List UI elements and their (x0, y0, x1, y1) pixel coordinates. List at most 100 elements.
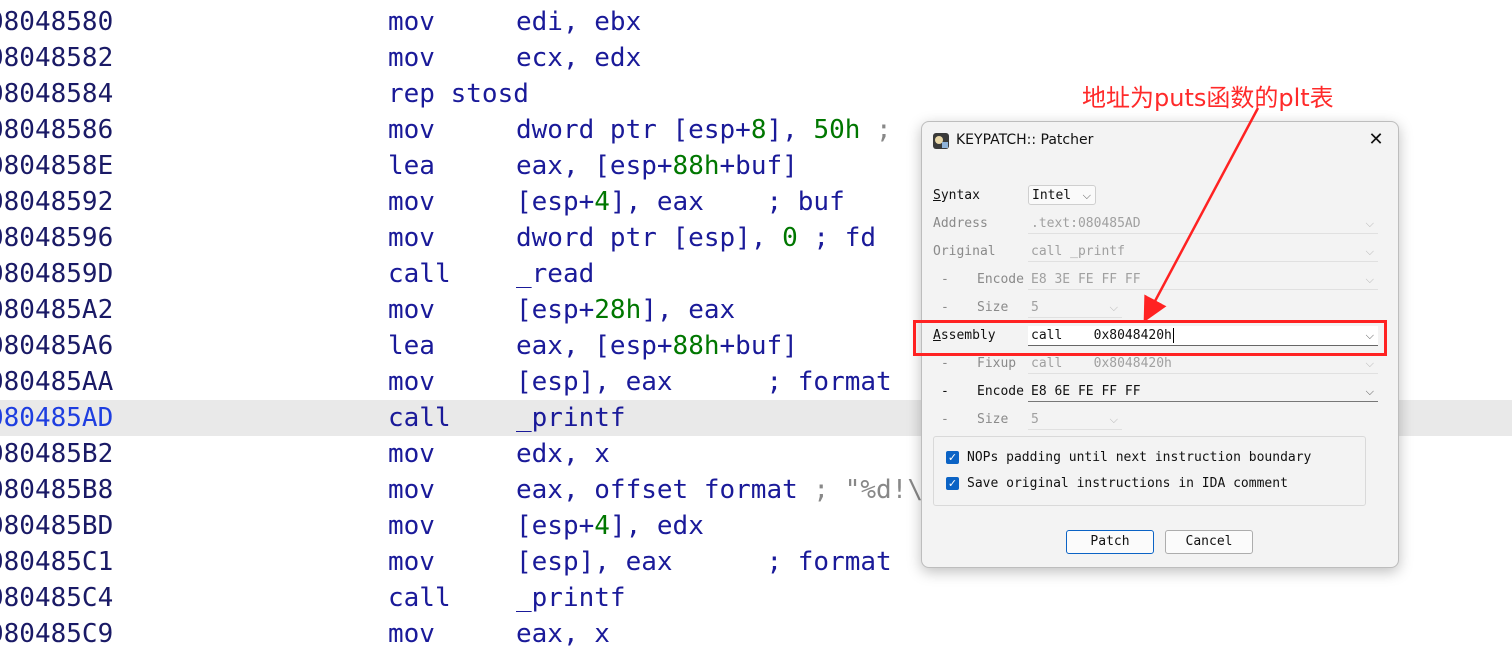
disasm-address[interactable]: 0804858E (0, 148, 113, 184)
disasm-address[interactable]: 08048592 (0, 184, 113, 220)
disasm-address[interactable]: 080485C1 (0, 544, 113, 580)
chevron-down-icon: ⌵ (1109, 413, 1118, 426)
disasm-address[interactable]: 08048580 (0, 4, 113, 40)
disasm-mnemonic: mov (388, 43, 435, 73)
operand-part: _printf (516, 583, 626, 613)
close-icon[interactable]: ✕ (1364, 128, 1388, 152)
annotation-label: 地址为puts函数的plt表 (1082, 84, 1334, 112)
disasm-line[interactable]: 080485C9 mov eax, x (0, 616, 1512, 652)
encode-field[interactable]: E8 6E FE FF FF ⌵ (1028, 382, 1378, 402)
disasm-address[interactable]: 0804859D (0, 256, 113, 292)
operand-part: 28h (594, 295, 642, 325)
disasm-operands[interactable]: eax, x (516, 616, 610, 652)
disasm-operands[interactable]: _read (516, 256, 594, 292)
assembly-highlight-box (913, 320, 1387, 356)
operand-part: eax, x (516, 619, 610, 649)
disasm-mnemonic: mov (388, 187, 435, 217)
syntax-value: Intel (1032, 188, 1072, 203)
original-value: call _printf (1031, 244, 1125, 259)
save-original-label[interactable]: Save original instructions in IDA commen… (967, 474, 1288, 494)
disasm-operands[interactable]: eax, [esp+88h+buf] (516, 328, 798, 364)
operand-part: edx, x (516, 439, 610, 469)
disasm-mnemonic: lea (388, 151, 435, 181)
disasm-address[interactable]: 080485A6 (0, 328, 113, 364)
syntax-label: Syntax (933, 188, 980, 203)
operand-part: _printf (516, 403, 626, 433)
fixup-field: call 0x8048420h ⌵ (1028, 354, 1378, 374)
disasm-mnemonic: mov (388, 295, 435, 325)
disasm-operands[interactable]: [esp], eax ; format (516, 364, 892, 400)
operand-part: ; "%d!\ (797, 475, 923, 505)
disasm-operands[interactable]: dword ptr [esp], 0 ; fd (516, 220, 876, 256)
disasm-operands[interactable]: [esp+28h], eax (516, 292, 735, 328)
disasm-line[interactable]: 080485C4 call _printf (0, 580, 1512, 616)
checkbox-checked-icon[interactable]: ✓ (946, 451, 959, 464)
operand-part: [esp], eax ; format (516, 367, 892, 397)
operand-part: ], eax (641, 295, 736, 325)
disasm-address[interactable]: 080485B8 (0, 472, 113, 508)
patch-button[interactable]: Patch (1066, 530, 1154, 554)
cancel-button[interactable]: Cancel (1165, 530, 1253, 554)
operand-part: ], (766, 115, 814, 145)
original-encode-field: E8 3E FE FF FF ⌵ (1028, 270, 1378, 290)
disasm-operands[interactable]: edi, ebx (516, 4, 641, 40)
operand-part: +buf] (719, 151, 798, 181)
nops-padding-label[interactable]: NOPs padding until next instruction boun… (967, 448, 1311, 468)
disasm-operands[interactable]: dword ptr [esp+8], 50h ; (516, 112, 892, 148)
disasm-address[interactable]: 08048586 (0, 112, 113, 148)
disasm-address[interactable]: 080485C4 (0, 580, 113, 616)
disasm-line[interactable]: 08048580 mov edi, ebx (0, 4, 1512, 40)
original-encode-label: - Encode (941, 272, 1024, 287)
operand-part: ; (860, 115, 892, 145)
operand-part: ], eax ; buf (609, 187, 845, 217)
disasm-address[interactable]: 080485AD (0, 400, 113, 436)
disasm-address[interactable]: 080485A2 (0, 292, 113, 328)
disasm-mnemonic: call (388, 403, 451, 433)
operand-part: eax, offset format (516, 475, 798, 505)
dialog-titlebar[interactable]: KEYPATCH:: Patcher ✕ (922, 122, 1398, 160)
disasm-operands[interactable]: [esp+4], eax ; buf (516, 184, 845, 220)
operand-part: +buf] (719, 331, 798, 361)
disasm-address[interactable]: 080485BD (0, 508, 113, 544)
disasm-operands[interactable]: eax, offset format ; "%d!\ (516, 472, 923, 508)
disasm-mnemonic: mov (388, 619, 435, 649)
chevron-down-icon: ⌵ (1365, 357, 1374, 370)
disasm-operands[interactable]: edx, x (516, 436, 610, 472)
operand-part: 4 (594, 511, 610, 541)
disasm-operands[interactable]: [esp], eax ; format (516, 544, 892, 580)
syntax-select[interactable]: Intel ⌵ (1028, 185, 1096, 205)
original-size-field: 5 ⌵ (1028, 298, 1122, 318)
original-size-value: 5 (1031, 300, 1039, 315)
disasm-address[interactable]: 08048596 (0, 220, 113, 256)
disasm-operands[interactable]: _printf (516, 580, 626, 616)
disasm-line[interactable]: 08048582 mov ecx, edx (0, 40, 1512, 76)
original-field: call _printf ⌵ (1028, 242, 1378, 262)
encode-value: E8 6E FE FF FF (1031, 384, 1141, 399)
chevron-down-icon: ⌵ (1365, 245, 1374, 258)
chevron-down-icon[interactable]: ⌵ (1366, 382, 1374, 402)
operand-part: 4 (594, 187, 610, 217)
disasm-address[interactable]: 080485AA (0, 364, 113, 400)
disasm-address[interactable]: 080485B2 (0, 436, 113, 472)
disasm-mnemonic: rep stosd (388, 79, 529, 109)
disasm-operands[interactable]: eax, [esp+88h+buf] (516, 148, 798, 184)
disasm-operands[interactable]: ecx, edx (516, 40, 641, 76)
operand-part: ; fd (797, 223, 877, 253)
disasm-address[interactable]: 08048584 (0, 76, 113, 112)
disasm-mnemonic: call (388, 583, 451, 613)
encode-label: - Encode (941, 384, 1024, 399)
disasm-mnemonic: mov (388, 7, 435, 37)
disasm-address[interactable]: 08048582 (0, 40, 113, 76)
options-group: ✓ NOPs padding until next instruction bo… (933, 436, 1366, 506)
disasm-mnemonic: mov (388, 115, 435, 145)
disasm-operands[interactable]: [esp+4], edx (516, 508, 704, 544)
disasm-mnemonic: mov (388, 367, 435, 397)
disasm-operands[interactable]: _printf (516, 400, 626, 436)
operand-part: ecx, edx (516, 43, 642, 73)
operand-part: ], edx (609, 511, 704, 541)
chevron-down-icon: ⌵ (1109, 301, 1118, 314)
fixup-label: - Fixup (941, 356, 1017, 371)
disasm-address[interactable]: 080485C9 (0, 616, 113, 652)
chevron-down-icon: ⌵ (1365, 217, 1374, 230)
checkbox-checked-icon[interactable]: ✓ (946, 477, 959, 490)
